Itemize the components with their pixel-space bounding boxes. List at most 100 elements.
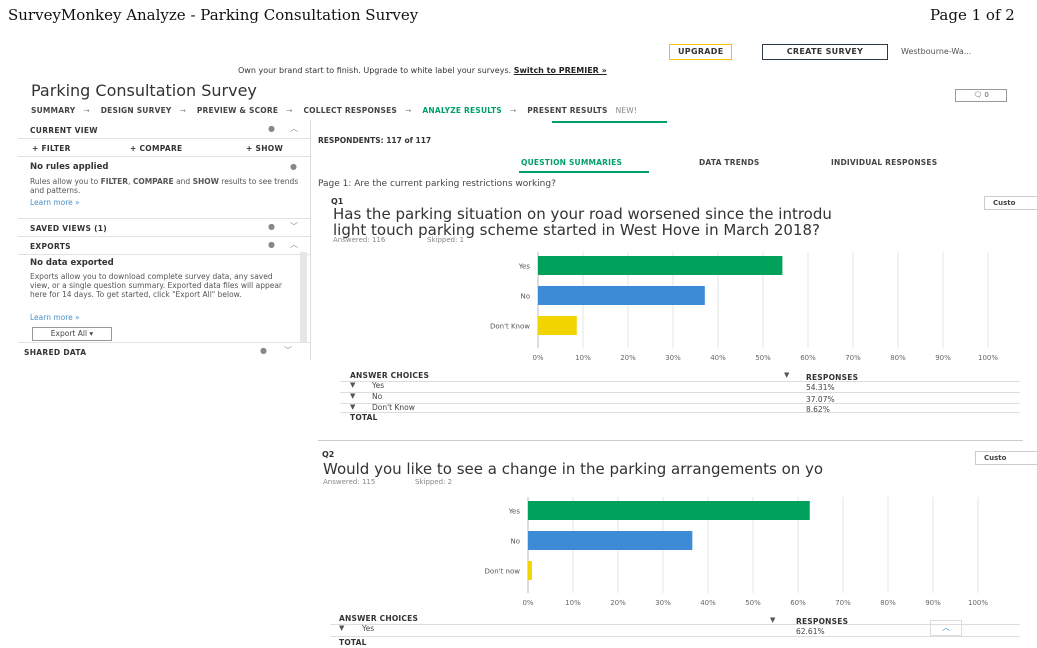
comment-icon: 🗨 [973,91,983,99]
learn-more-link[interactable]: Learn more » [30,313,80,322]
bar[interactable] [528,531,693,550]
x-tick-label: 40% [710,354,726,360]
caret-down-icon[interactable]: ▼ [784,371,789,379]
answered-count: Answered: 116 [333,236,386,244]
total-label: TOTAL [350,413,378,422]
exports-title: EXPORTS [30,242,71,251]
customize-button[interactable]: Custo [984,196,1037,210]
exports-description: Exports allow you to download complete s… [30,272,283,299]
chevron-up-icon[interactable]: ︿ [290,239,298,250]
upgrade-button[interactable]: UPGRADE [669,44,733,60]
info-icon[interactable]: ● [260,346,267,355]
answer-choice: Yes [372,381,385,390]
nav-analyze-results[interactable]: ANALYZE RESULTS [422,106,502,115]
response-value: 54.31% [806,383,835,392]
upgrade-banner: Own your brand start to finish. Upgrade … [238,66,607,75]
tab-question-summaries[interactable]: QUESTION SUMMARIES [521,158,622,167]
comments-button[interactable]: 🗨 0 [955,89,1007,102]
nav-arrow-icon: → [83,106,90,115]
respondents-count: RESPONDENTS: 117 of 117 [318,136,432,145]
chevron-down-icon[interactable]: ﹀ [284,345,292,356]
print-title: SurveyMonkey Analyze - Parking Consultat… [8,6,419,24]
x-tick-label: 0% [522,599,533,605]
info-icon[interactable]: ● [290,162,297,171]
show-button[interactable]: + SHOW [246,144,283,153]
bar[interactable] [528,501,810,520]
caret-down-icon[interactable]: ▼ [350,381,355,389]
bar[interactable] [538,316,577,335]
exports-scrollbar[interactable] [300,252,307,342]
category-label: Don't Know [490,323,530,331]
exports-header[interactable]: EXPORTS ● ︿ [18,236,310,255]
bar[interactable] [528,561,532,580]
answer-choices-header: ANSWER CHOICES [350,371,430,380]
account-menu[interactable]: Westbourne-Wa... [901,47,971,56]
answer-choice: Yes [362,624,375,633]
no-data-exported-heading: No data exported [30,258,114,268]
answer-choice: Don't Know [372,403,415,412]
category-label: Yes [508,508,521,516]
compare-button[interactable]: + COMPARE [130,144,182,153]
x-tick-label: 20% [620,354,636,360]
x-tick-label: 90% [925,599,941,605]
caret-down-icon[interactable]: ▼ [770,616,775,624]
answer-choices-header: ANSWER CHOICES [339,614,419,623]
bar[interactable] [538,256,783,275]
x-tick-label: 40% [700,599,716,605]
bar[interactable] [538,286,705,305]
table-divider [340,392,1020,393]
total-label: TOTAL [339,638,367,647]
customize-button[interactable]: Custo [975,451,1037,465]
category-label: Don't now [485,568,521,576]
comment-count: 0 [984,91,989,99]
caret-down-icon[interactable]: ▼ [339,624,344,632]
info-icon[interactable]: ● [268,222,275,231]
current-view-header[interactable]: CURRENT VIEW ● ︿ [18,120,310,139]
question-text: Would you like to see a change in the pa… [323,460,824,478]
saved-views-header[interactable]: SAVED VIEWS (1) ● ﹀ [18,218,310,237]
tab-individual-responses[interactable]: INDIVIDUAL RESPONSES [831,158,937,167]
skipped-count: Skipped: 2 [415,478,453,486]
current-view-title: CURRENT VIEW [30,126,98,135]
x-tick-label: 100% [978,354,998,360]
nav-present-results[interactable]: PRESENT RESULTS [527,106,607,115]
export-all-button[interactable]: Export All ▾ [32,327,112,341]
answer-choice: No [372,392,383,401]
x-tick-label: 50% [745,599,761,605]
caret-down-icon[interactable]: ▼ [350,403,355,411]
page-label: Page 1: Are the current parking restrict… [318,179,556,189]
info-icon[interactable]: ● [268,124,275,133]
nav-preview-score[interactable]: PREVIEW & SCORE [197,106,278,115]
x-tick-label: 100% [968,599,988,605]
filter-button[interactable]: + FILTER [32,144,71,153]
rules-description: Rules allow you to FILTER, COMPARE and S… [30,177,299,195]
learn-more-link[interactable]: Learn more » [30,198,80,207]
chevron-up-icon[interactable]: ︿ [930,620,962,636]
x-tick-label: 0% [532,354,543,360]
caret-down-icon[interactable]: ▼ [350,392,355,400]
skipped-count: Skipped: 1 [427,236,465,244]
no-rules-heading: No rules applied [30,162,109,172]
x-tick-label: 10% [575,354,591,360]
nav-active-underline [552,121,667,123]
tab-data-trends[interactable]: DATA TRENDS [699,158,760,167]
question-number: Q2 [322,450,335,459]
x-tick-label: 30% [665,354,681,360]
chevron-down-icon[interactable]: ﹀ [290,221,298,232]
table-divider [340,403,1020,404]
nav-design-survey[interactable]: DESIGN SURVEY [101,106,172,115]
switch-to-premier-link[interactable]: Switch to PREMIER » [514,66,607,75]
chevron-up-icon[interactable]: ︿ [290,123,298,134]
shared-data-header[interactable]: SHARED DATA ● ﹀ [18,342,310,360]
x-tick-label: 50% [755,354,771,360]
x-tick-label: 70% [845,354,861,360]
create-survey-button[interactable]: CREATE SURVEY [762,44,888,60]
nav-collect-responses[interactable]: COLLECT RESPONSES [303,106,397,115]
answered-count: Answered: 115 [323,478,376,486]
x-tick-label: 70% [835,599,851,605]
nav-arrow-icon: → [405,106,412,115]
info-icon[interactable]: ● [268,240,275,249]
nav-summary[interactable]: SUMMARY [31,106,75,115]
question-text-line2: light touch parking scheme started in We… [333,221,820,239]
q2-bar-chart: 0% 10% 20% 30% 40% 50% 60% 70% 80% 90% 100% Yes No Do… [485,497,988,605]
